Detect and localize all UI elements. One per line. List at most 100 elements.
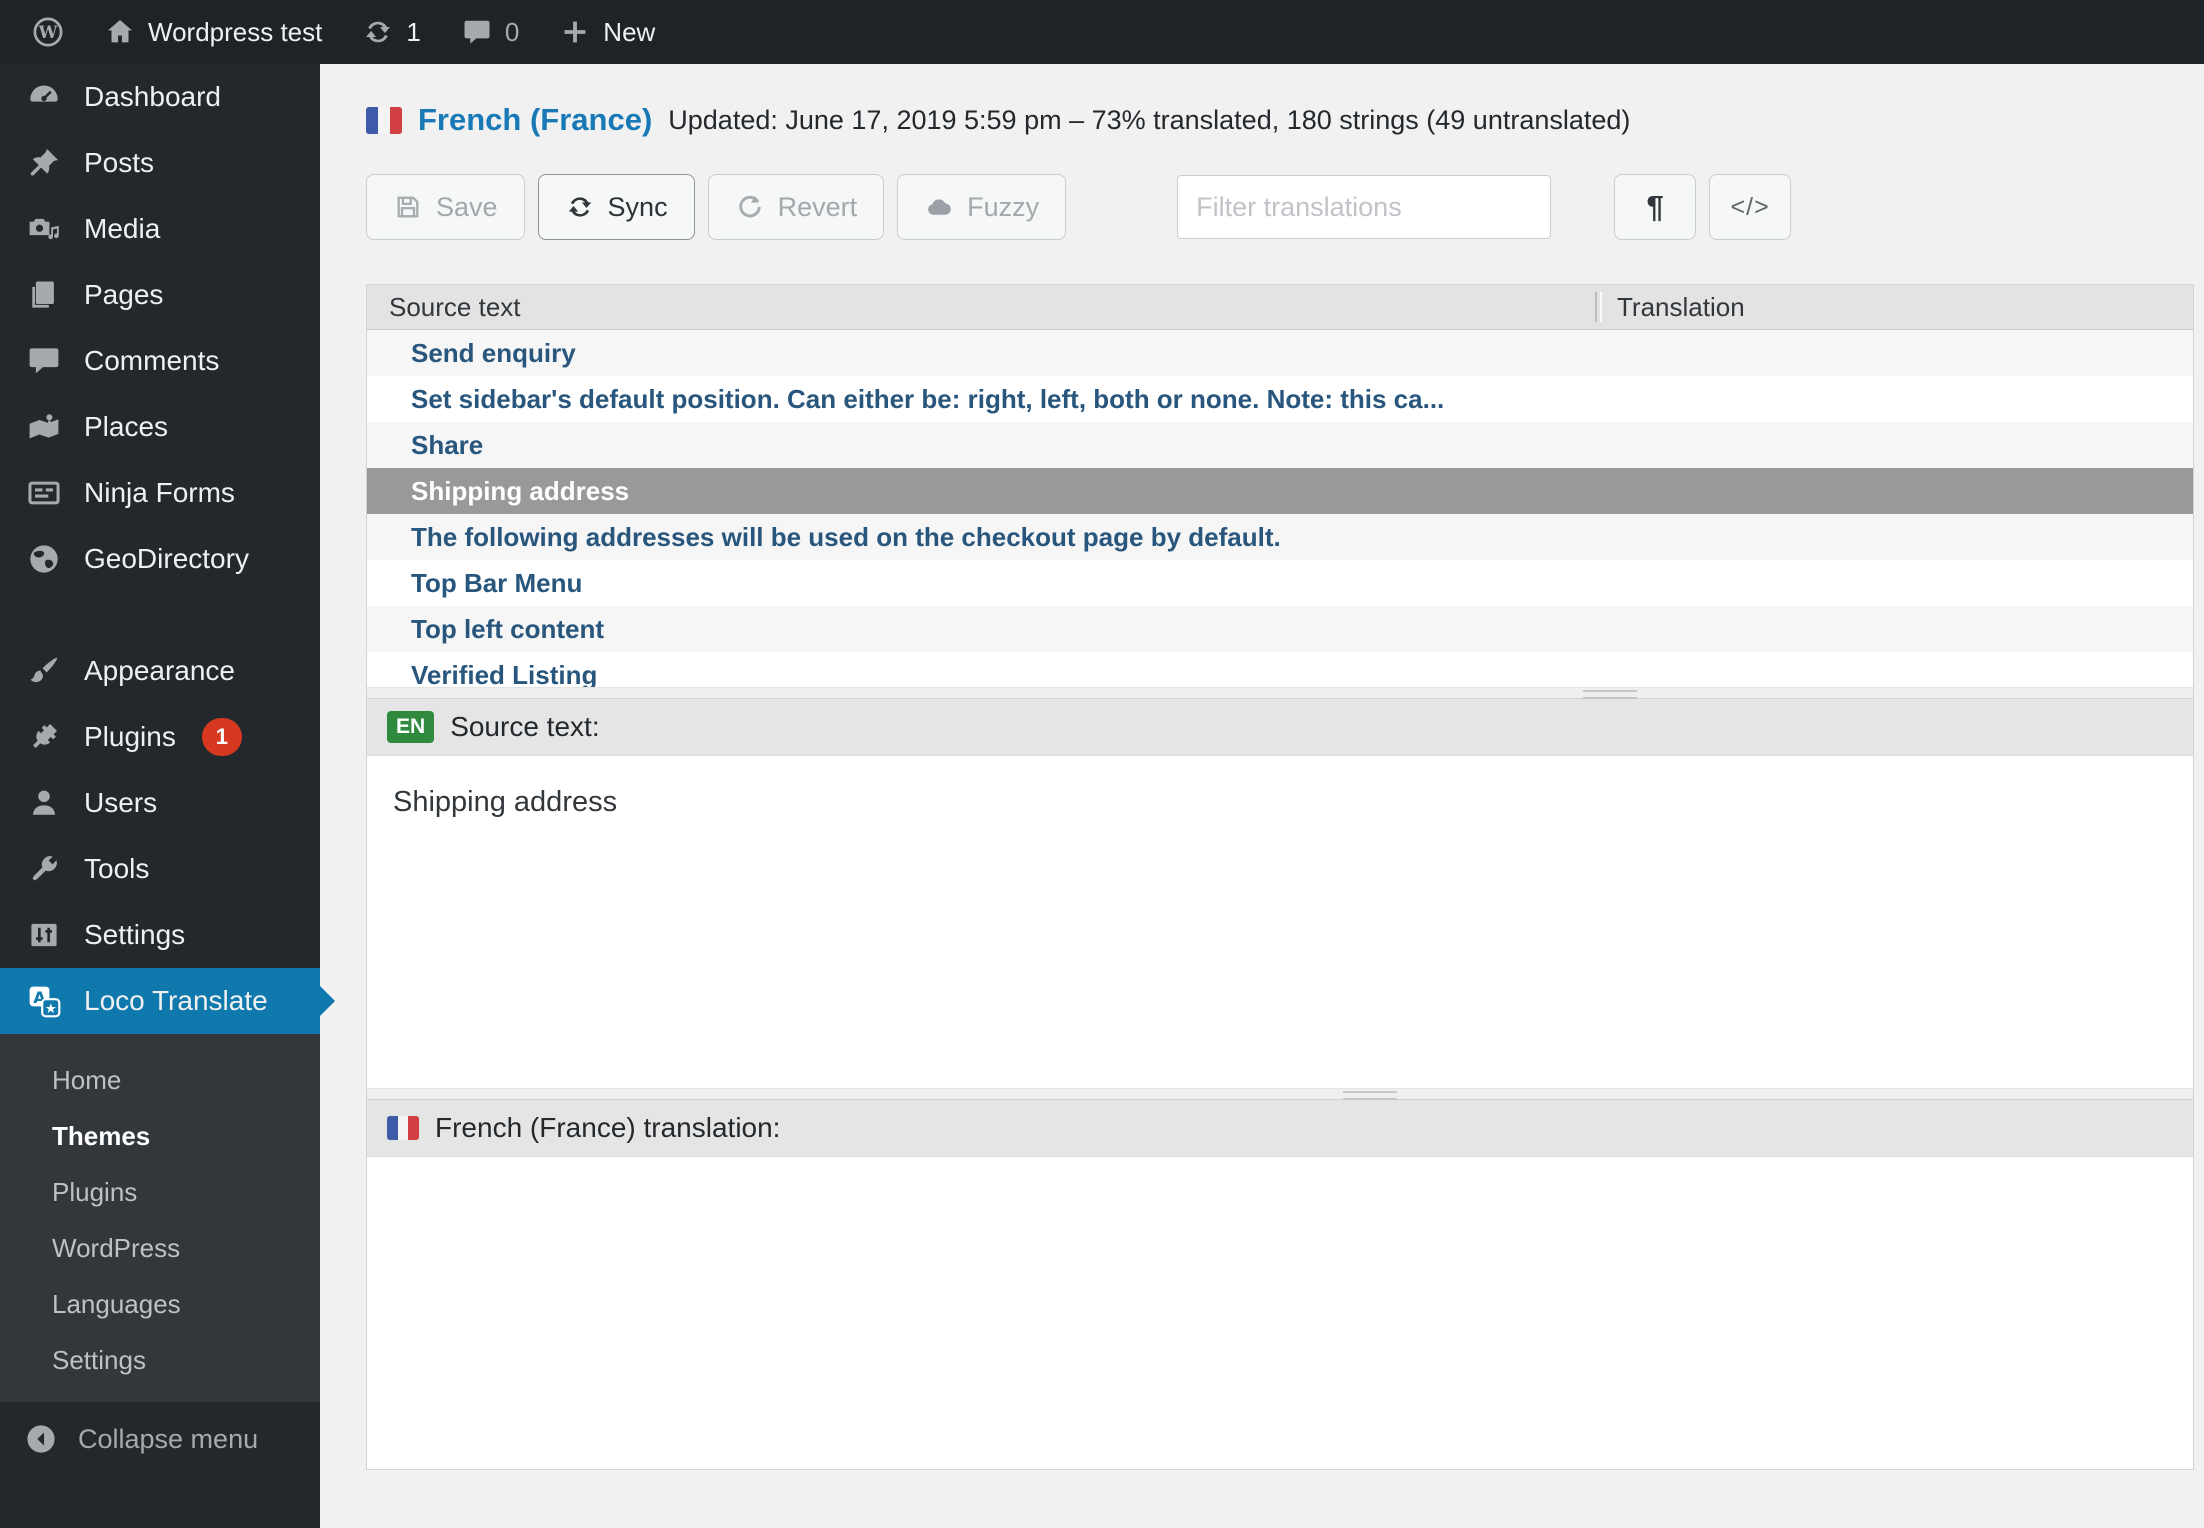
sidebar-item-label: Appearance xyxy=(84,655,236,686)
cloud-icon xyxy=(928,199,951,215)
sidebar-item-label: Posts xyxy=(84,147,155,178)
sidebar-item-label: Pages xyxy=(84,279,164,310)
sidebar-item-plugins[interactable]: Plugins 1 xyxy=(0,704,320,770)
submenu-item-languages[interactable]: Languages xyxy=(0,1276,320,1332)
code-view-button[interactable]: </> xyxy=(1709,174,1792,240)
pushpin-icon xyxy=(30,148,59,176)
translation-textarea[interactable] xyxy=(367,1157,2193,1469)
user-icon xyxy=(32,790,56,815)
french-flag-icon xyxy=(366,106,402,134)
submenu-item-plugins[interactable]: Plugins xyxy=(0,1164,320,1220)
table-row[interactable]: The following addresses will be used on … xyxy=(367,514,2193,560)
sync-button[interactable]: Sync xyxy=(537,174,695,240)
collapse-menu-button[interactable]: Collapse menu xyxy=(0,1410,320,1468)
wrench-icon xyxy=(32,856,57,881)
sidebar-item-label: Settings xyxy=(84,919,186,950)
sidebar-item-label: Tools xyxy=(84,853,150,884)
table-row[interactable]: Top left content xyxy=(367,606,2193,652)
submenu-item-themes[interactable]: Themes xyxy=(0,1108,320,1164)
map-marker-icon xyxy=(29,412,59,439)
language-badge-en: EN xyxy=(387,711,435,743)
globe-icon xyxy=(30,545,58,573)
pilcrow-icon: ¶ xyxy=(1646,189,1664,224)
invisibles-toggle-button[interactable]: ¶ xyxy=(1614,174,1697,240)
table-row[interactable]: Share xyxy=(367,422,2193,468)
fuzzy-button[interactable]: Fuzzy xyxy=(897,174,1067,240)
sidebar-item-places[interactable]: Places xyxy=(0,394,320,460)
table-row[interactable]: Top Bar Menu xyxy=(367,560,2193,606)
column-header-source[interactable]: Source text xyxy=(367,292,521,323)
sidebar-item-pages[interactable]: Pages xyxy=(0,262,320,328)
save-button[interactable]: Save xyxy=(366,174,525,240)
main-content: French (France) Updated: June 17, 2019 5… xyxy=(320,64,2204,1528)
pages-icon xyxy=(32,281,54,308)
sidebar-item-users[interactable]: Users xyxy=(0,770,320,836)
translation-label: French (France) translation: xyxy=(435,1112,781,1143)
svg-text:★: ★ xyxy=(45,1001,57,1017)
svg-text:W: W xyxy=(38,22,59,42)
sidebar-item-posts[interactable]: Posts xyxy=(0,130,320,196)
sidebar-item-media[interactable]: Media xyxy=(0,196,320,262)
source-text-header: EN Source text: xyxy=(367,698,2193,756)
admin-bar: W Wordpress test 1 0 New xyxy=(0,0,2204,64)
sidebar-item-loco-translate[interactable]: A ★ Loco Translate xyxy=(0,968,320,1034)
plus-icon xyxy=(564,21,586,43)
sidebar-item-geodirectory[interactable]: GeoDirectory xyxy=(0,526,320,592)
resize-gripper[interactable] xyxy=(1343,1091,1397,1100)
sidebar-item-comments[interactable]: Comments xyxy=(0,328,320,394)
column-resize-handle[interactable] xyxy=(1595,292,1602,322)
sidebar-item-label: Users xyxy=(84,787,158,818)
site-name-menu[interactable]: Wordpress test xyxy=(84,0,342,64)
admin-sidebar: Dashboard Posts Media Pages Comments Pla… xyxy=(0,64,320,1528)
sidebar-item-label: Places xyxy=(84,411,169,442)
dashboard-icon xyxy=(30,85,58,102)
table-row[interactable]: Set sidebar's default position. Can eith… xyxy=(367,376,2193,422)
sidebar-item-label: Ninja Forms xyxy=(84,477,235,508)
submenu-item-home[interactable]: Home xyxy=(0,1052,320,1108)
collapse-menu-label: Collapse menu xyxy=(78,1423,259,1454)
page-title-row: French (France) Updated: June 17, 2019 5… xyxy=(366,102,2196,138)
revert-button[interactable]: Revert xyxy=(707,174,885,240)
wordpress-logo-icon[interactable]: W xyxy=(12,0,84,64)
comments-menu[interactable]: 0 xyxy=(441,0,539,64)
sidebar-item-appearance[interactable]: Appearance xyxy=(0,638,320,704)
table-row[interactable]: Verified Listing xyxy=(367,652,2193,687)
home-icon xyxy=(108,20,132,43)
submenu-item-settings[interactable]: Settings xyxy=(0,1332,320,1388)
save-icon xyxy=(397,196,419,218)
new-label: New xyxy=(603,16,656,47)
loco-translate-submenu: Home Themes Plugins WordPress Languages … xyxy=(0,1034,320,1402)
editor-toolbar: Save Sync Revert Fuzzy ¶ </> xyxy=(366,174,2196,240)
site-name: Wordpress test xyxy=(148,16,323,47)
sidebar-item-ninja-forms[interactable]: Ninja Forms xyxy=(0,460,320,526)
sliders-icon xyxy=(31,923,57,947)
new-menu[interactable]: New xyxy=(539,0,675,64)
translation-header: French (France) translation: xyxy=(367,1099,2193,1157)
column-header-translation[interactable]: Translation xyxy=(1617,292,1745,323)
string-list: Send enquiry Set sidebar's default posit… xyxy=(367,330,2193,687)
language-title-link[interactable]: French (France) xyxy=(418,102,652,138)
sidebar-item-tools[interactable]: Tools xyxy=(0,836,320,902)
table-row[interactable]: Send enquiry xyxy=(367,330,2193,376)
comment-icon xyxy=(464,20,490,44)
sidebar-item-dashboard[interactable]: Dashboard xyxy=(0,64,320,130)
menu-separator xyxy=(0,592,320,638)
pane-divider xyxy=(367,1088,2193,1100)
resize-gripper[interactable] xyxy=(1583,690,1637,699)
updates-menu[interactable]: 1 xyxy=(342,0,440,64)
comments-icon xyxy=(29,348,59,374)
translate-icon: A★ xyxy=(29,986,61,1018)
sidebar-item-settings[interactable]: Settings xyxy=(0,902,320,968)
sidebar-item-label: Comments xyxy=(84,345,220,376)
submenu-item-wordpress[interactable]: WordPress xyxy=(0,1220,320,1276)
plugins-update-badge: 1 xyxy=(201,718,242,756)
table-row-selected[interactable]: Shipping address xyxy=(367,468,2193,514)
form-icon xyxy=(28,481,60,505)
plug-icon xyxy=(33,724,57,748)
filter-translations-input[interactable] xyxy=(1177,175,1552,239)
sidebar-item-label: Dashboard xyxy=(84,81,221,112)
sync-icon xyxy=(568,197,591,217)
revert-icon xyxy=(738,195,761,218)
sidebar-item-label: Media xyxy=(84,213,161,244)
source-text-label: Source text: xyxy=(450,711,600,742)
